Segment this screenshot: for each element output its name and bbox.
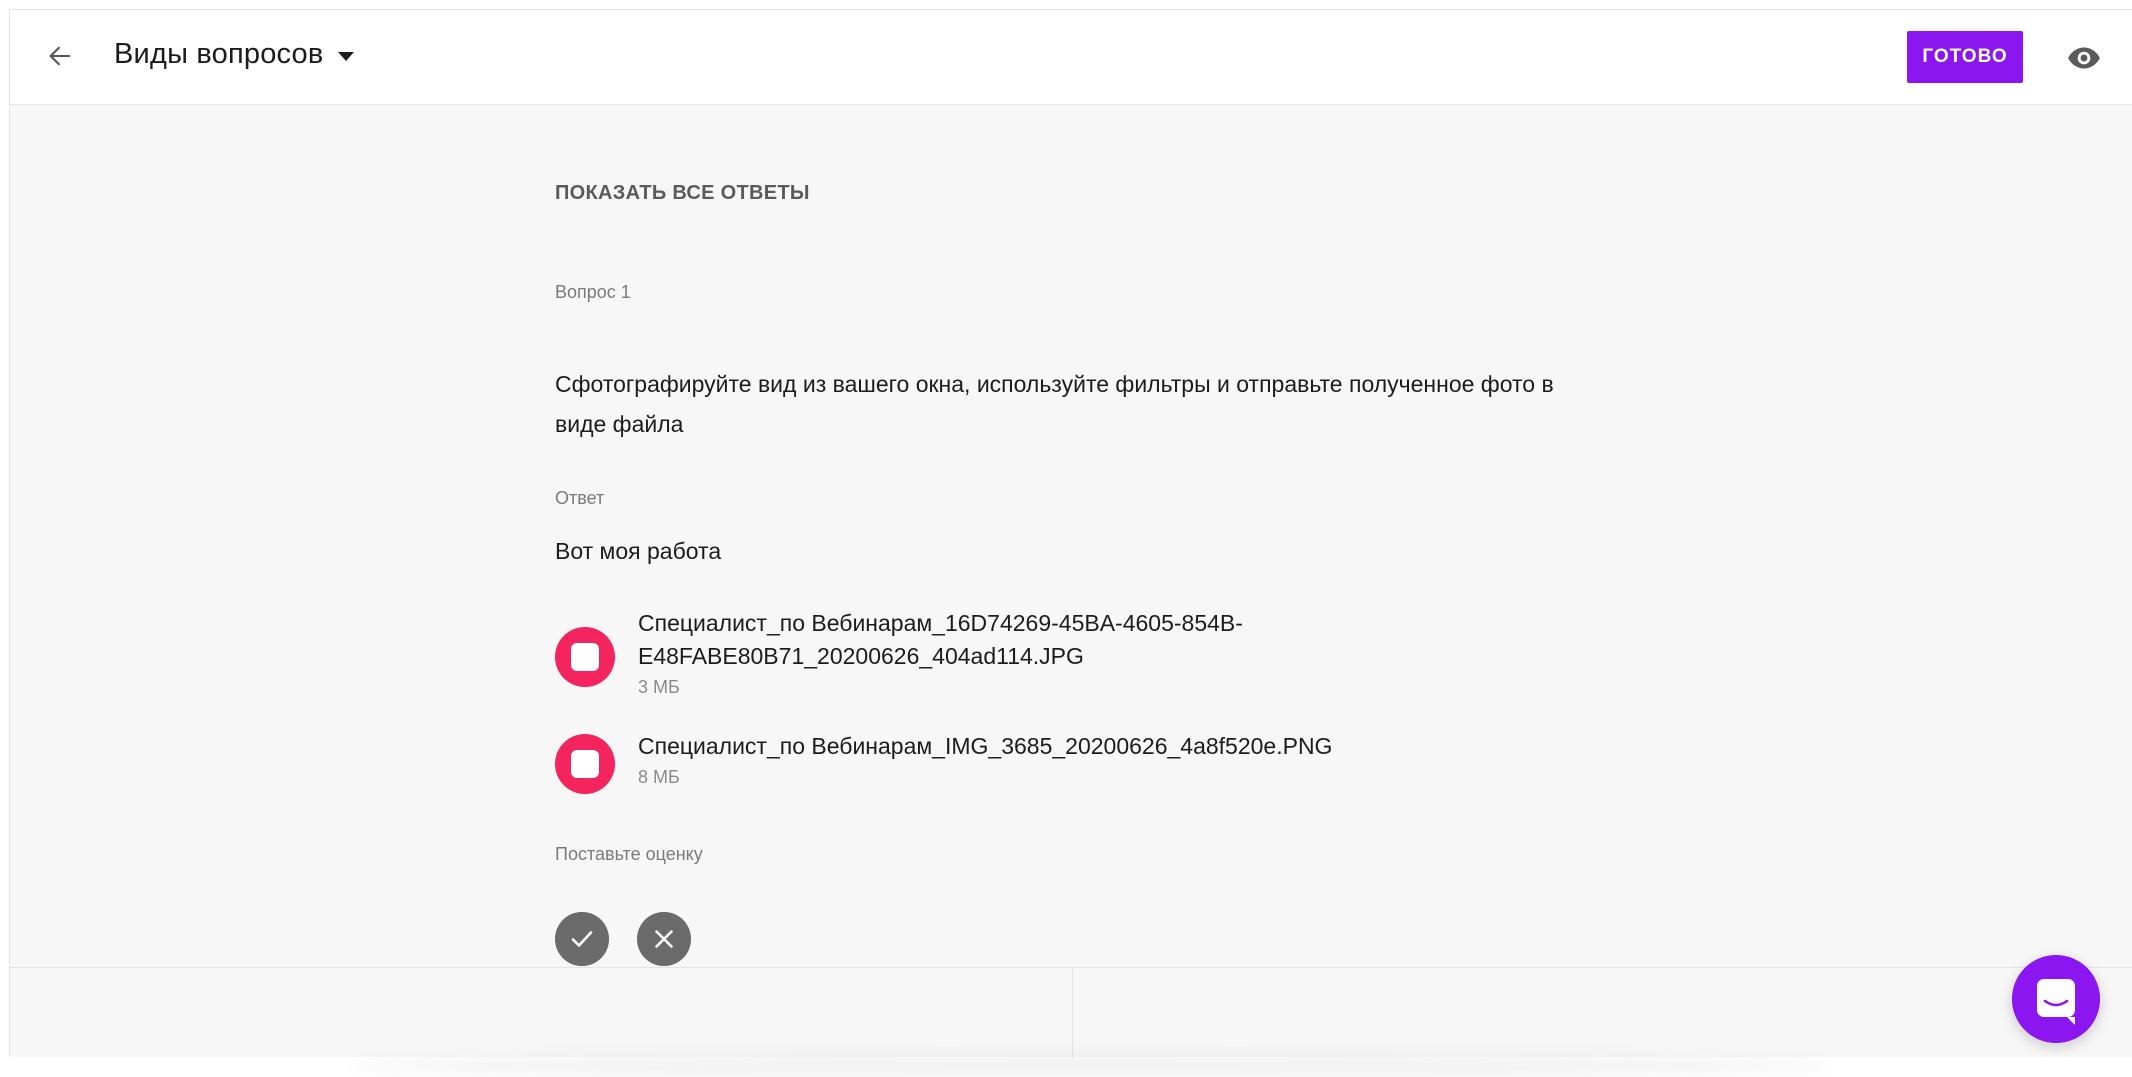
attachment-item[interactable]: Специалист_по Вебинарам_16D74269-45BA-46… — [555, 607, 1438, 698]
app-window: Виды вопросов ГОТОВО ПОКАЗАТЬ ВСЕ ОТВЕТЫ… — [9, 9, 2132, 1077]
answer-label: Ответ — [555, 488, 605, 508]
file-icon — [555, 627, 615, 687]
show-all-answers-link[interactable]: ПОКАЗАТЬ ВСЕ ОТВЕТЫ — [555, 182, 810, 205]
reject-button[interactable] — [637, 912, 691, 966]
back-arrow-icon[interactable] — [46, 42, 74, 70]
chat-launcher-icon[interactable] — [2012, 955, 2100, 1043]
done-button[interactable]: ГОТОВО — [1907, 31, 2023, 83]
top-bar: Виды вопросов ГОТОВО — [10, 10, 2132, 105]
page-title: Виды вопросов — [114, 38, 324, 70]
panel-divider — [1072, 968, 1073, 1058]
eye-icon[interactable] — [2066, 40, 2102, 76]
quiz-title-dropdown[interactable]: Виды вопросов — [114, 38, 354, 71]
attachment-name: Специалист_по Вебинарам_IMG_3685_2020062… — [638, 733, 1333, 759]
caret-down-icon — [337, 51, 354, 61]
grade-label: Поставьте оценку — [555, 844, 703, 864]
attachment-item[interactable]: Специалист_по Вебинарам_IMG_3685_2020062… — [555, 730, 1438, 794]
bottom-panel — [10, 967, 2132, 1077]
attachment-size: 3 МБ — [638, 677, 680, 697]
question-label: Вопрос 1 — [555, 282, 631, 302]
attachment-name: Специалист_по Вебинарам_16D74269-45BA-46… — [638, 610, 1243, 669]
question-text: Сфотографируйте вид из вашего окна, испо… — [555, 371, 1554, 437]
attachment-size: 8 МБ — [638, 767, 680, 787]
approve-button[interactable] — [555, 912, 609, 966]
attachment-info: Специалист_по Вебинарам_16D74269-45BA-46… — [638, 607, 1438, 698]
file-icon — [555, 734, 615, 794]
panel-shadow — [350, 1055, 1830, 1077]
attachment-info: Специалист_по Вебинарам_IMG_3685_2020062… — [638, 730, 1438, 794]
answer-text: Вот моя работа — [555, 538, 722, 564]
